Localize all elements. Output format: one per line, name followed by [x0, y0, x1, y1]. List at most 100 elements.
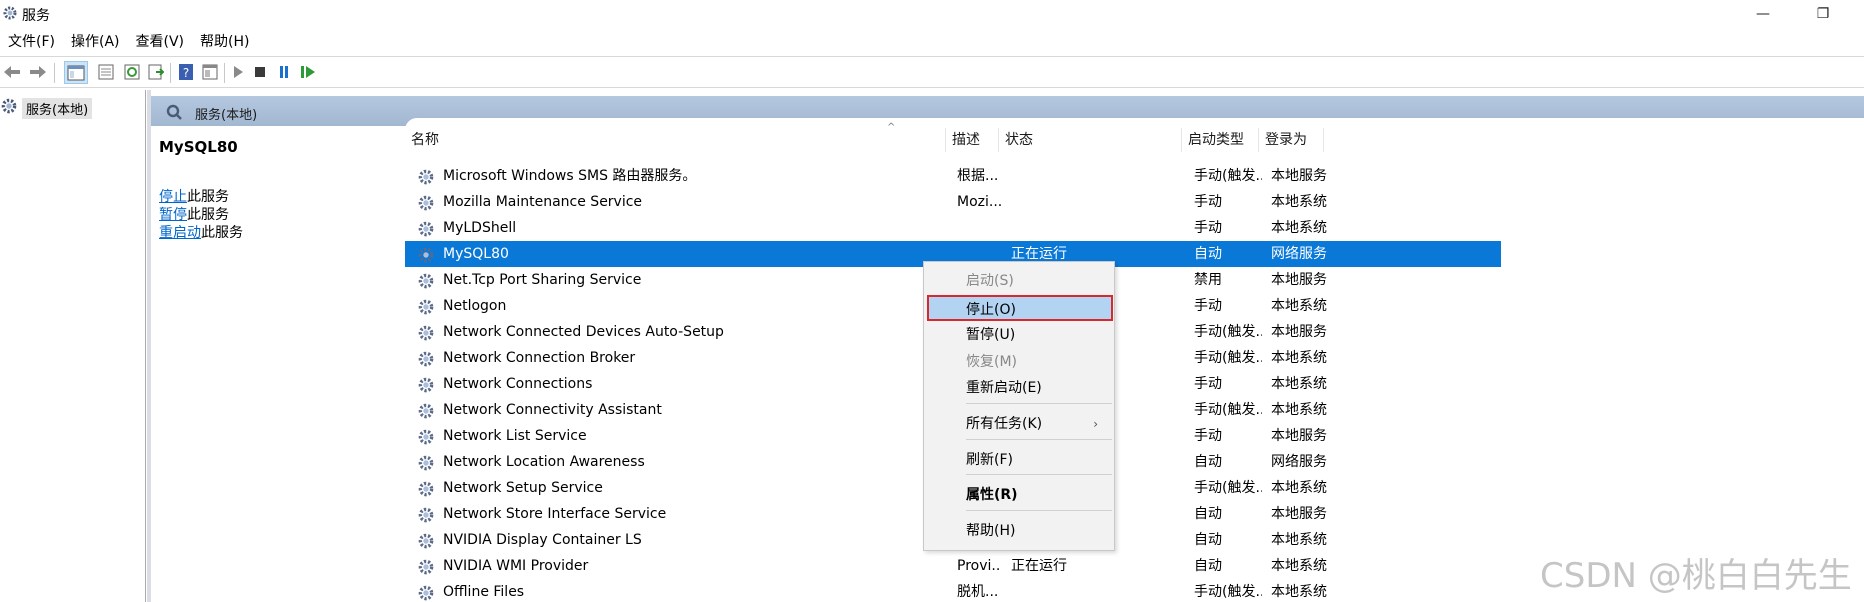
menu-help[interactable]: 帮助(H): [192, 30, 257, 54]
toolbar-separator: [170, 63, 171, 83]
action-suffix: 此服务: [201, 225, 243, 241]
restart-service-link[interactable]: 重启动: [159, 225, 201, 241]
service-description: [957, 215, 1001, 241]
service-logon-as: 本地服务: [1271, 506, 1327, 522]
service-startup-type: 自动: [1194, 454, 1222, 470]
minimize-button[interactable]: —: [1740, 2, 1786, 26]
help-icon[interactable]: ?: [176, 62, 196, 82]
action-suffix: 此服务: [187, 189, 229, 205]
context-menu-item-stop[interactable]: 停止(O): [927, 295, 1113, 321]
service-name: MyLDShell: [443, 220, 517, 236]
pause-icon[interactable]: [274, 62, 294, 82]
context-menu-item-properties[interactable]: 属性(R): [924, 482, 1114, 508]
service-logon-as: 本地系统: [1271, 480, 1327, 496]
column-separator[interactable]: [1323, 128, 1324, 152]
service-startup-type: 手动: [1194, 428, 1222, 444]
service-startup-type: 自动: [1194, 246, 1222, 262]
column-header-startup-type[interactable]: 启动类型: [1182, 128, 1258, 152]
service-startup-type: 禁用: [1194, 272, 1222, 288]
export-list-icon[interactable]: [146, 62, 166, 82]
table-row[interactable]: Network Connection Broker正在运行手动(触发...本地系…: [405, 345, 1864, 371]
title-bar: 服务 — ❐: [0, 0, 1864, 28]
table-row[interactable]: Network Connected Devices Auto-Setup 手动(触…: [405, 319, 1864, 345]
toolbar: ?: [0, 56, 1864, 88]
service-gear-icon: [417, 220, 435, 242]
service-startup-type: 自动: [1194, 506, 1222, 522]
service-gear-icon: [417, 584, 435, 602]
view-icon[interactable]: [200, 62, 220, 82]
service-logon-as: 本地系统: [1271, 220, 1327, 236]
service-gear-icon: [417, 168, 435, 190]
table-row[interactable]: Net.Tcp Port Sharing Service 禁用 本地服务: [405, 267, 1864, 293]
play-icon[interactable]: [228, 62, 248, 82]
service-startup-type: 手动: [1194, 194, 1222, 210]
restore-button[interactable]: ❐: [1800, 2, 1846, 26]
table-row[interactable]: Network Setup Service 手动(触发... 本地系统: [405, 475, 1864, 501]
service-startup-type: 手动: [1194, 220, 1222, 236]
search-gear-icon: [165, 103, 183, 125]
service-logon-as: 本地系统: [1271, 298, 1327, 314]
table-row[interactable]: Network Location Awareness正在运行自动网络服务: [405, 449, 1864, 475]
column-header-logon-as[interactable]: 登录为: [1259, 128, 1323, 152]
service-startup-type: 手动(触发...: [1194, 584, 1262, 600]
menu-view[interactable]: 查看(V): [128, 30, 193, 54]
service-name: Net.Tcp Port Sharing Service: [443, 272, 642, 288]
window-title: 服务: [22, 8, 50, 24]
table-row[interactable]: Microsoft Windows SMS 路由器服务。 根据... 手动(触发..…: [405, 163, 1864, 189]
tree-node-label: 服务(本地): [22, 97, 93, 119]
service-name: Network Location Awareness: [443, 454, 645, 470]
table-row[interactable]: Mozilla Maintenance Service Mozi... 手动 本地系统: [405, 189, 1864, 215]
service-logon-as: 网络服务: [1271, 246, 1327, 262]
context-menu-label: 重新启动(E): [966, 380, 1042, 396]
forward-arrow-icon[interactable]: [28, 62, 48, 82]
table-row[interactable]: Netlogon 手动 本地系统: [405, 293, 1864, 319]
service-startup-type: 手动(触发...: [1194, 324, 1262, 340]
column-header-status[interactable]: 状态: [999, 128, 1181, 152]
menu-bar: 文件(F) 操作(A) 查看(V) 帮助(H): [0, 30, 1864, 54]
service-gear-icon: [417, 376, 435, 398]
service-gear-icon: [417, 428, 435, 450]
column-header-name[interactable]: 名称: [405, 128, 945, 152]
service-logon-as: 本地系统: [1271, 402, 1327, 418]
column-header-description[interactable]: 描述: [946, 128, 998, 152]
properties-sheet-icon[interactable]: [96, 62, 116, 82]
service-gear-icon: [417, 454, 435, 476]
context-menu-label: 所有任务(K): [966, 416, 1043, 432]
tree-node-services-local[interactable]: 服务(本地): [0, 97, 93, 119]
submenu-chevron-icon: ›: [1093, 417, 1098, 431]
context-menu-item-start[interactable]: 启动(S): [924, 268, 1114, 294]
table-row[interactable]: Network Connectivity Assistant 手动(触发... 本地…: [405, 397, 1864, 423]
toolbar-separator: [224, 63, 225, 83]
service-status: [1011, 163, 1171, 189]
console-tree-icon[interactable]: [64, 61, 88, 84]
service-startup-type: 手动: [1194, 376, 1222, 392]
stop-service-link[interactable]: 停止: [159, 189, 187, 205]
refresh-icon[interactable]: [122, 62, 142, 82]
service-logon-as: 本地系统: [1271, 584, 1327, 600]
extended-detail-panel: MySQL80 停止此服务 暂停此服务 重启动此服务: [151, 126, 405, 602]
back-arrow-icon[interactable]: [2, 62, 22, 82]
pause-service-link[interactable]: 暂停: [159, 207, 187, 223]
stop-icon[interactable]: [250, 62, 270, 82]
service-description: Provi...: [957, 558, 1001, 574]
table-row[interactable]: MyLDShell 手动 本地系统: [405, 215, 1864, 241]
service-startup-type: 手动(触发...: [1194, 350, 1262, 366]
resume-icon[interactable]: [298, 62, 318, 82]
table-row[interactable]: Network Store Interface Service正在运行自动本地服…: [405, 501, 1864, 527]
context-menu-item-refresh[interactable]: 刷新(F): [924, 447, 1114, 473]
context-menu-item-all-tasks[interactable]: 所有任务(K) ›: [924, 411, 1114, 437]
menu-action[interactable]: 操作(A): [63, 30, 128, 54]
context-menu-item-resume[interactable]: 恢复(M): [924, 349, 1114, 375]
context-menu-item-restart[interactable]: 重新启动(E): [924, 375, 1114, 401]
service-gear-icon: [417, 324, 435, 346]
table-row[interactable]: Network List Service正在运行手动本地服务: [405, 423, 1864, 449]
service-logon-as: 本地系统: [1271, 194, 1327, 210]
service-name: Network Connectivity Assistant: [443, 402, 662, 418]
service-gear-icon: [417, 194, 435, 216]
menu-file[interactable]: 文件(F): [0, 30, 63, 54]
service-name: Netlogon: [443, 298, 507, 314]
service-logon-as: 本地系统: [1271, 376, 1327, 392]
table-row[interactable]: Network Connections 手动 本地系统: [405, 371, 1864, 397]
context-menu-item-pause[interactable]: 暂停(U): [924, 322, 1114, 348]
context-menu-item-help[interactable]: 帮助(H): [924, 518, 1114, 544]
